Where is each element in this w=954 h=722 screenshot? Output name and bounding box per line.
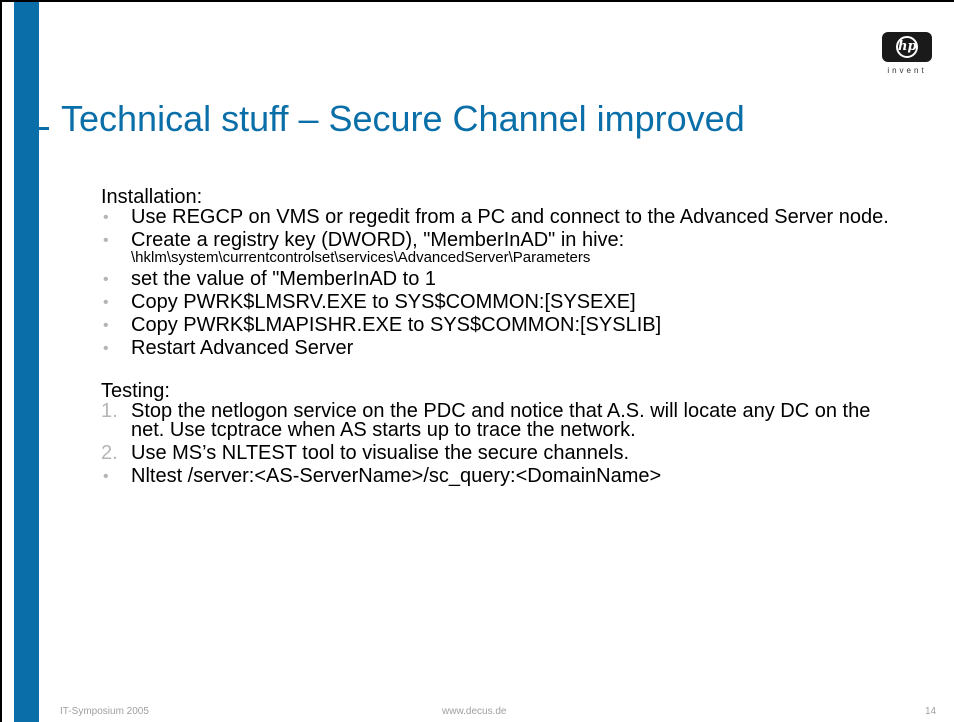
hp-logo-tagline: invent bbox=[887, 66, 927, 75]
bullet-marker: • bbox=[103, 271, 109, 288]
slide-body: Installation: • Use REGCP on VMS or rege… bbox=[101, 186, 901, 490]
testing-item-text: Use MS’s NLTEST tool to visualise the se… bbox=[131, 442, 630, 464]
testing-item-text: Stop the netlogon service on the PDC and… bbox=[131, 400, 871, 441]
installation-item-text: Use REGCP on VMS or regedit from a PC an… bbox=[131, 206, 889, 228]
installation-item-text: Create a registry key (DWORD), "MemberIn… bbox=[131, 229, 625, 251]
footer-website: www.decus.de bbox=[442, 706, 507, 717]
testing-item: 2. Use MS’s NLTEST tool to visualise the… bbox=[101, 442, 901, 464]
installation-item-text: set the value of "MemberInAD to 1 bbox=[131, 268, 437, 290]
installation-item: • Create a registry key (DWORD), "Member… bbox=[101, 229, 901, 266]
registry-path: \hklm\system\currentcontrolset\services\… bbox=[131, 249, 591, 266]
slide-frame-top bbox=[0, 0, 954, 2]
numbered-marker: 1. bbox=[101, 400, 118, 422]
installation-heading: Installation: bbox=[101, 186, 203, 208]
testing-item-text: Nltest /server:<AS-ServerName>/sc_query:… bbox=[131, 465, 662, 487]
slide-title: Technical stuff – Secure Channel improve… bbox=[61, 98, 745, 139]
testing-item: • Nltest /server:<AS-ServerName>/sc_quer… bbox=[101, 465, 901, 487]
bullet-marker: • bbox=[103, 294, 109, 311]
installation-item: • set the value of "MemberInAD to 1 bbox=[101, 268, 901, 290]
slide-frame-left bbox=[0, 0, 2, 722]
installation-item-text: Copy PWRK$LMAPISHR.EXE to SYS$COMMON:[SY… bbox=[131, 314, 662, 336]
numbered-marker: 2. bbox=[101, 442, 118, 464]
installation-item: • Copy PWRK$LMAPISHR.EXE to SYS$COMMON:[… bbox=[101, 314, 901, 336]
installation-item: • Use REGCP on VMS or regedit from a PC … bbox=[101, 206, 901, 228]
bullet-marker: • bbox=[103, 209, 109, 226]
bullet-marker: • bbox=[103, 340, 109, 357]
accent-side-bar bbox=[14, 2, 39, 722]
accent-bar-notch bbox=[39, 127, 49, 130]
bullet-marker: • bbox=[103, 468, 109, 485]
installation-item: • Copy PWRK$LMSRV.EXE to SYS$COMMON:[SYS… bbox=[101, 291, 901, 313]
installation-item-text: Copy PWRK$LMSRV.EXE to SYS$COMMON:[SYSEX… bbox=[131, 291, 636, 313]
installation-item-text: Restart Advanced Server bbox=[131, 337, 354, 359]
hp-logo: hp invent bbox=[874, 30, 940, 80]
testing-heading: Testing: bbox=[101, 380, 170, 402]
installation-item: • Restart Advanced Server bbox=[101, 337, 901, 359]
hp-logo-badge: hp bbox=[882, 32, 932, 62]
bullet-marker: • bbox=[103, 232, 109, 249]
testing-item: 1. Stop the netlogon service on the PDC … bbox=[101, 400, 901, 441]
hp-logo-mark: hp bbox=[896, 36, 918, 58]
footer-page-number: 14 bbox=[925, 706, 937, 717]
footer-event-name: IT-Symposium 2005 bbox=[60, 706, 149, 717]
bullet-marker: • bbox=[103, 317, 109, 334]
